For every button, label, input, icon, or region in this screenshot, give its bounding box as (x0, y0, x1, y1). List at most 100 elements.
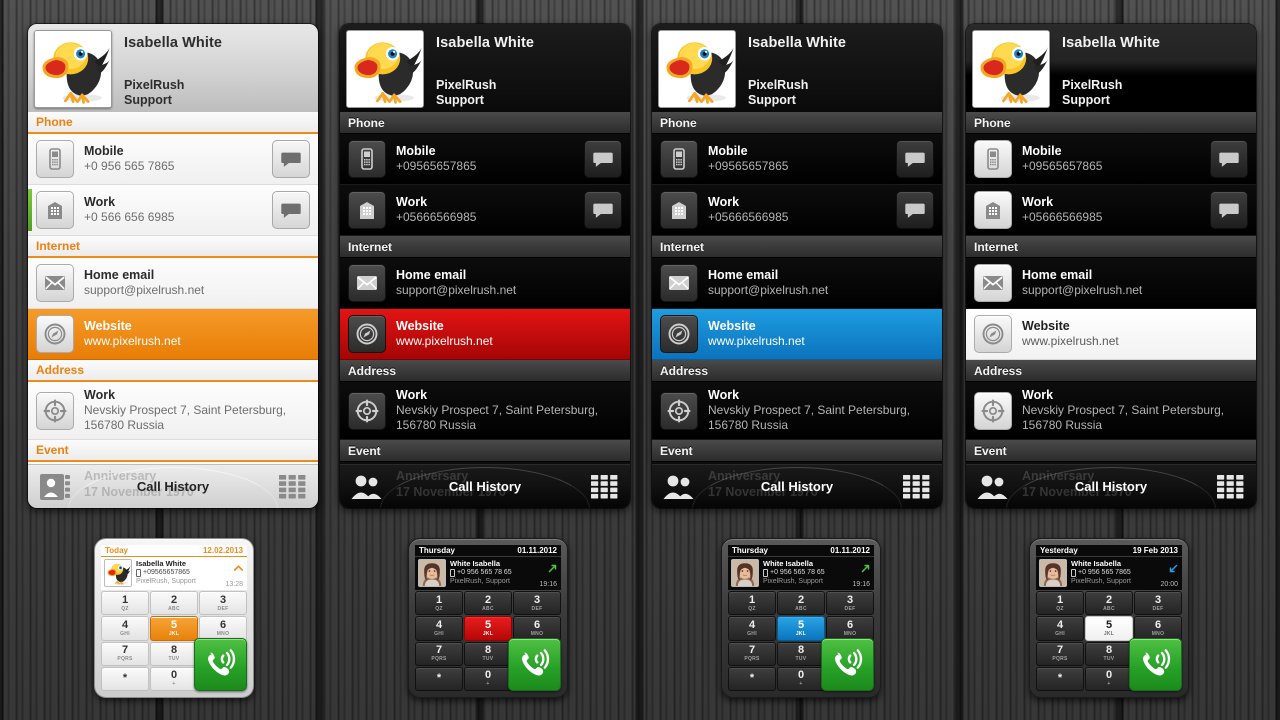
key-4[interactable]: 4 GHI (1036, 616, 1084, 641)
dialer-contact-strip[interactable]: White Isabella +0 956 565 7865 PixelRush… (1036, 557, 1182, 590)
row-home-email[interactable]: Home email support@pixelrush.net (966, 258, 1256, 309)
key-2[interactable]: 2 ABC (150, 591, 198, 616)
row-mobile-phone[interactable]: Mobile +09565657865 (340, 134, 630, 185)
key-6[interactable]: 6 MNO (513, 616, 561, 641)
row-work-address[interactable]: Work Nevskiy Prospect 7, Saint Petersbur… (966, 382, 1256, 440)
message-button[interactable] (1210, 191, 1248, 229)
row-work-phone[interactable]: Work +05666566985 (340, 185, 630, 236)
row-website[interactable]: Website www.pixelrush.net (28, 309, 318, 360)
key-4[interactable]: 4 GHI (101, 616, 149, 641)
dialer-widget-4[interactable]: Yesterday 19 Feb 2013 White Isabella +0 … (1029, 538, 1189, 698)
row-home-email[interactable]: Home email support@pixelrush.net (340, 258, 630, 309)
key-0[interactable]: 0 + (464, 666, 512, 691)
call-button[interactable] (194, 638, 247, 691)
key-star[interactable]: * (1036, 666, 1084, 691)
key-3[interactable]: 3 DEF (1134, 591, 1182, 616)
key-star[interactable]: * (728, 666, 776, 691)
key-5[interactable]: 5 JKL (464, 616, 512, 641)
dialer-widget-1[interactable]: Today 12.02.2013 Isabella White +0956565… (94, 538, 254, 698)
key-5[interactable]: 5 JKL (1085, 616, 1133, 641)
message-button[interactable] (272, 140, 310, 178)
key-7[interactable]: 7 PQRS (728, 641, 776, 666)
key-5[interactable]: 5 JKL (777, 616, 825, 641)
call-history-label[interactable]: Call History (449, 479, 521, 494)
message-button[interactable] (584, 191, 622, 229)
dialer-keypad[interactable]: 1 QZ 2 ABC 3 DEF 4 GHI 5 JKL 6 MNO 7 PQR… (415, 591, 561, 691)
row-home-email[interactable]: Home email support@pixelrush.net (28, 258, 318, 309)
key-8[interactable]: 8 TUV (1085, 641, 1133, 666)
contacts-book-icon[interactable] (350, 472, 384, 502)
key-7[interactable]: 7 PQRS (1036, 641, 1084, 666)
key-4[interactable]: 4 GHI (415, 616, 463, 641)
key-6[interactable]: 6 MNO (199, 616, 247, 641)
key-2[interactable]: 2 ABC (777, 591, 825, 616)
row-website[interactable]: Website www.pixelrush.net (966, 309, 1256, 360)
dialer-keypad[interactable]: 1 QZ 2 ABC 3 DEF 4 GHI 5 JKL 6 MNO 7 PQR… (1036, 591, 1182, 691)
key-5[interactable]: 5 JKL (150, 616, 198, 641)
call-history-label[interactable]: Call History (137, 479, 209, 494)
message-button[interactable] (272, 191, 310, 229)
keypad-grid-icon[interactable] (590, 474, 620, 500)
key-2[interactable]: 2 ABC (464, 591, 512, 616)
call-button[interactable] (1129, 638, 1182, 691)
row-home-email[interactable]: Home email support@pixelrush.net (652, 258, 942, 309)
key-1[interactable]: 1 QZ (728, 591, 776, 616)
key-7[interactable]: 7 PQRS (101, 641, 149, 666)
key-star[interactable]: * (415, 666, 463, 691)
row-work-address[interactable]: Work Nevskiy Prospect 7, Saint Petersbur… (28, 382, 318, 440)
keypad-grid-icon[interactable] (278, 474, 308, 500)
key-8[interactable]: 8 TUV (777, 641, 825, 666)
row-mobile-phone[interactable]: Mobile +0 956 565 7865 (28, 134, 318, 185)
contact-card-3[interactable]: Isabella White PixelRush Support Phone M… (652, 24, 942, 508)
dialer-widget-2[interactable]: Thursday 01.11.2012 White Isabella +0 95… (408, 538, 568, 698)
key-3[interactable]: 3 DEF (199, 591, 247, 616)
message-button[interactable] (584, 140, 622, 178)
key-6[interactable]: 6 MNO (1134, 616, 1182, 641)
row-work-address[interactable]: Work Nevskiy Prospect 7, Saint Petersbur… (652, 382, 942, 440)
contacts-book-icon[interactable] (662, 472, 696, 502)
key-3[interactable]: 3 DEF (826, 591, 874, 616)
key-8[interactable]: 8 TUV (150, 641, 198, 666)
call-history-label[interactable]: Call History (1075, 479, 1147, 494)
key-0[interactable]: 0 + (1085, 666, 1133, 691)
key-7[interactable]: 7 PQRS (415, 641, 463, 666)
key-8[interactable]: 8 TUV (464, 641, 512, 666)
key-star[interactable]: * (101, 666, 149, 691)
row-work-phone[interactable]: Work +0 566 656 6985 (28, 185, 318, 236)
dialer-contact-strip[interactable]: Isabella White +09565657865 PixelRush, S… (101, 557, 247, 590)
row-work-phone[interactable]: Work +05666566985 (652, 185, 942, 236)
contact-card-4[interactable]: Isabella White PixelRush Support Phone M… (966, 24, 1256, 508)
row-mobile-phone[interactable]: Mobile +09565657865 (966, 134, 1256, 185)
call-button[interactable] (821, 638, 874, 691)
dialer-widget-3[interactable]: Thursday 01.11.2012 White Isabella +0 95… (721, 538, 881, 698)
dialer-contact-strip[interactable]: White Isabella +0 956 565 78 65 PixelRus… (728, 557, 874, 590)
key-0[interactable]: 0 + (777, 666, 825, 691)
row-work-phone[interactable]: Work +05666566985 (966, 185, 1256, 236)
dialer-keypad[interactable]: 1 QZ 2 ABC 3 DEF 4 GHI 5 JKL 6 MNO 7 PQR… (101, 591, 247, 691)
key-6[interactable]: 6 MNO (826, 616, 874, 641)
row-website[interactable]: Website www.pixelrush.net (340, 309, 630, 360)
call-button[interactable] (508, 638, 561, 691)
dialer-keypad[interactable]: 1 QZ 2 ABC 3 DEF 4 GHI 5 JKL 6 MNO 7 PQR… (728, 591, 874, 691)
contacts-book-icon[interactable] (976, 472, 1010, 502)
keypad-grid-icon[interactable] (902, 474, 932, 500)
key-0[interactable]: 0 + (150, 666, 198, 691)
key-1[interactable]: 1 QZ (415, 591, 463, 616)
key-3[interactable]: 3 DEF (513, 591, 561, 616)
message-button[interactable] (896, 191, 934, 229)
key-2[interactable]: 2 ABC (1085, 591, 1133, 616)
row-work-address[interactable]: Work Nevskiy Prospect 7, Saint Petersbur… (340, 382, 630, 440)
key-1[interactable]: 1 QZ (1036, 591, 1084, 616)
call-history-label[interactable]: Call History (761, 479, 833, 494)
keypad-grid-icon[interactable] (1216, 474, 1246, 500)
contact-card-2[interactable]: Isabella White PixelRush Support Phone M… (340, 24, 630, 508)
row-mobile-phone[interactable]: Mobile +09565657865 (652, 134, 942, 185)
message-button[interactable] (896, 140, 934, 178)
contacts-book-icon[interactable] (38, 472, 72, 502)
message-button[interactable] (1210, 140, 1248, 178)
key-1[interactable]: 1 QZ (101, 591, 149, 616)
contact-card-1[interactable]: Isabella White PixelRush Support Phone M… (28, 24, 318, 508)
key-4[interactable]: 4 GHI (728, 616, 776, 641)
row-website[interactable]: Website www.pixelrush.net (652, 309, 942, 360)
dialer-contact-strip[interactable]: White Isabella +0 956 565 78 65 PixelRus… (415, 557, 561, 590)
